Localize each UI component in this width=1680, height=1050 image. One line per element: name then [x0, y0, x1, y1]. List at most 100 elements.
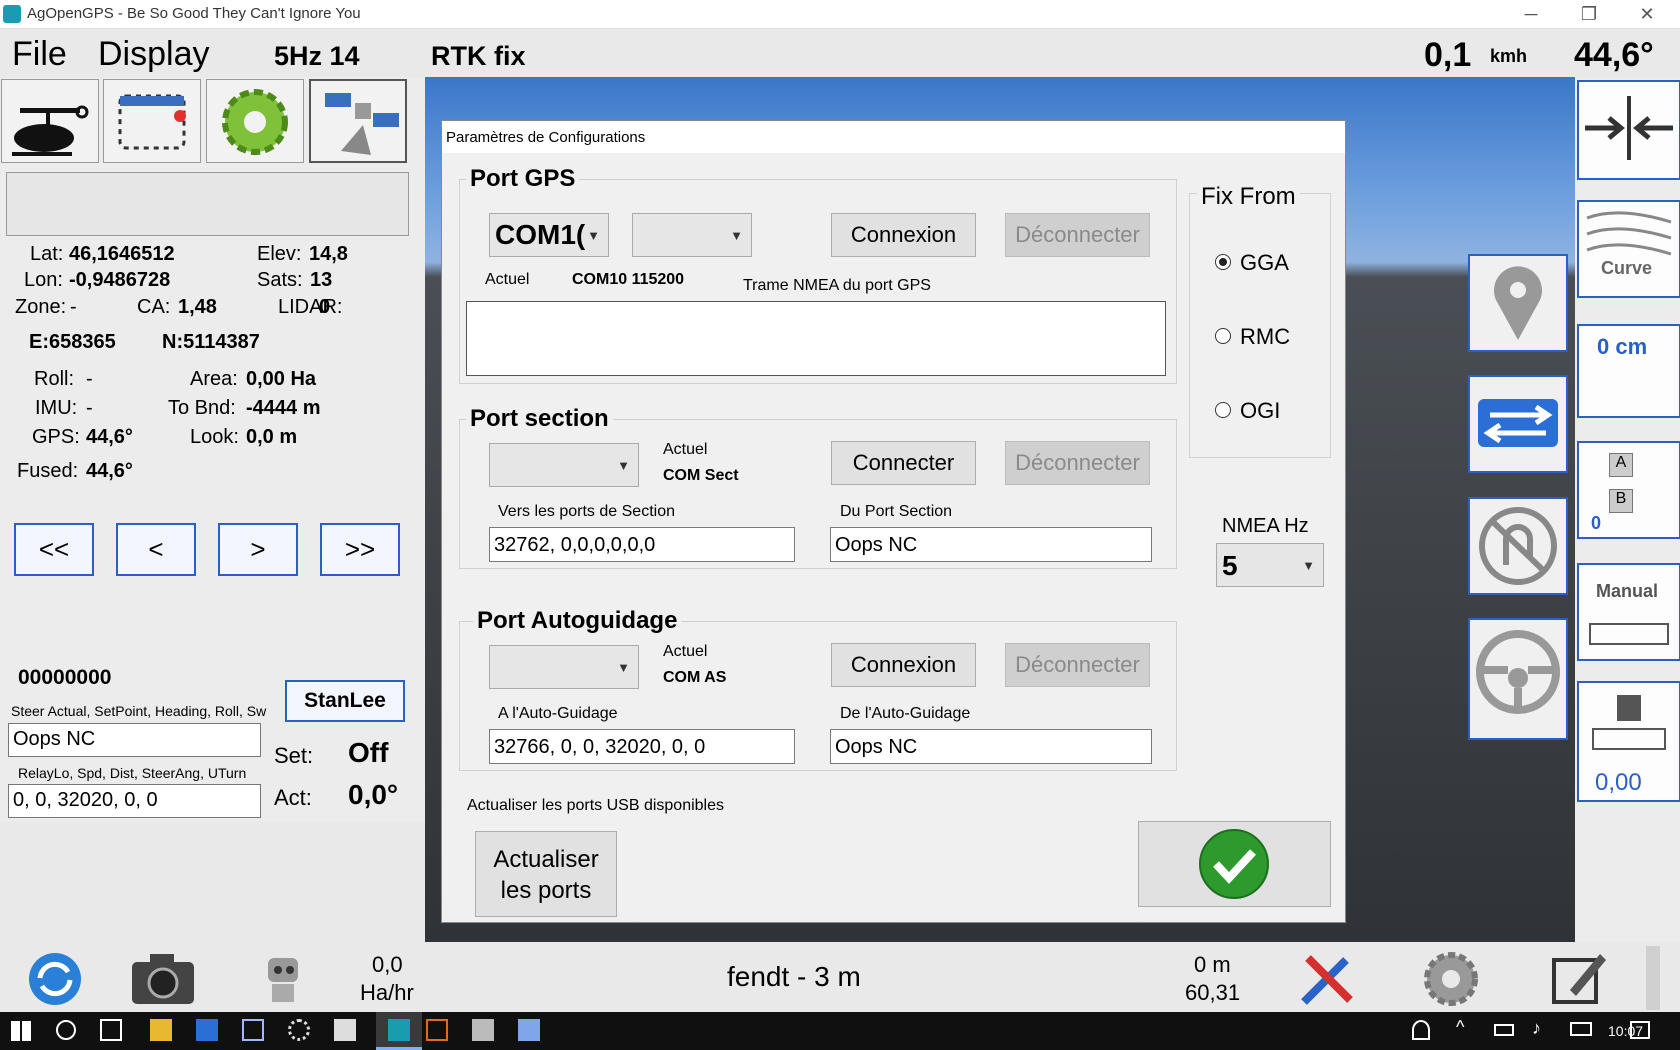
volume-icon[interactable]: ♪ — [1532, 1018, 1541, 1039]
minimize-button[interactable]: ─ — [1508, 2, 1554, 26]
stanlee-button[interactable]: StanLee — [285, 680, 405, 722]
refresh-ports-button[interactable]: Actualiser les ports — [475, 831, 617, 917]
file-explorer-icon[interactable] — [150, 1019, 172, 1041]
cube-app-icon[interactable] — [242, 1019, 264, 1041]
ab-count: 0 — [1591, 513, 1602, 533]
autosteer-port-select[interactable]: ▼ — [489, 645, 639, 689]
sats-value: 13 — [310, 269, 333, 291]
a-point-icon: A — [1609, 453, 1633, 477]
gps-port-select[interactable]: COM1( ▼ — [489, 213, 609, 257]
people-icon[interactable] — [1412, 1020, 1430, 1040]
lidar-value: 0 — [319, 296, 331, 318]
autosteer-button[interactable] — [1468, 618, 1568, 740]
menu-file[interactable]: File — [12, 35, 67, 74]
gps-rate: 5Hz 14 — [274, 41, 360, 71]
set-value: Off — [348, 737, 389, 768]
bottom-scrollbar[interactable] — [1646, 946, 1660, 1010]
helicopter-view-button[interactable] — [1, 79, 99, 163]
tram-value: 0,00 — [1595, 769, 1642, 796]
satellite-button[interactable] — [309, 79, 407, 163]
nmea-label: Trame NMEA du port GPS — [743, 277, 931, 294]
start-icon[interactable] — [11, 1021, 31, 1041]
app-icon-blue[interactable] — [518, 1019, 540, 1041]
ab-line-button[interactable]: A B 0 — [1577, 441, 1680, 539]
settings-button[interactable] — [206, 79, 304, 163]
sats-label: Sats: — [257, 269, 303, 291]
uturn-button[interactable] — [1468, 497, 1568, 595]
gps-baud-select[interactable]: ▼ — [632, 213, 752, 257]
steer-data-field[interactable]: Oops NC — [8, 723, 261, 757]
nav-last-button[interactable]: >> — [320, 523, 400, 576]
tools-icon[interactable] — [1296, 948, 1358, 1010]
ok-button[interactable] — [1138, 821, 1331, 907]
robot-icon[interactable] — [256, 950, 310, 1008]
section-from-field[interactable]: Oops NC — [830, 527, 1152, 562]
gps-connect-button[interactable]: Connexion — [831, 213, 976, 257]
set-label: Set: — [274, 743, 314, 768]
boundary-button[interactable] — [103, 79, 201, 163]
nmea-hz-select[interactable]: 5 ▼ — [1216, 543, 1324, 587]
camera-icon[interactable] — [128, 948, 198, 1008]
refresh-icon[interactable] — [26, 950, 84, 1008]
tram-button[interactable]: 0,00 — [1577, 681, 1680, 802]
app-icon-gray[interactable] — [472, 1019, 494, 1041]
notifications-icon[interactable] — [1630, 1021, 1650, 1039]
snap-to-line-button[interactable] — [1577, 80, 1680, 180]
maximize-button[interactable]: ❐ — [1566, 2, 1612, 26]
relay-data-field[interactable]: 0, 0, 32020, 0, 0 — [8, 784, 261, 818]
powershell-icon[interactable] — [196, 1019, 218, 1041]
edit-icon[interactable] — [1548, 946, 1608, 1008]
look-value: 0,0 m — [246, 426, 298, 448]
section-disconnect-button[interactable]: Déconnecter — [1005, 441, 1150, 485]
app-icon-orange[interactable] — [426, 1019, 448, 1041]
autosteer-to-label: A l'Auto-Guidage — [498, 705, 618, 722]
nav-prev-button[interactable]: < — [116, 523, 196, 576]
app-icon — [3, 5, 21, 23]
close-button[interactable]: ✕ — [1624, 2, 1670, 26]
speed-unit: kmh — [1490, 46, 1528, 66]
section-actual-label: Actuel — [663, 441, 708, 458]
autosteer-disconnect-button[interactable]: Déconnecter — [1005, 643, 1150, 687]
area-value: 0,00 Ha — [246, 368, 317, 390]
fused-value: 44,6° — [86, 460, 133, 482]
relay-header-label: RelayLo, Spd, Dist, SteerAng, UTurn — [18, 765, 247, 781]
tray-expand-icon[interactable]: ^ — [1456, 1017, 1464, 1038]
curve-lines-icon — [1586, 211, 1672, 256]
curve-label: Curve — [1601, 258, 1653, 278]
act-value: 0,0° — [348, 779, 399, 810]
section-port-select[interactable]: ▼ — [489, 443, 639, 487]
battery-icon[interactable] — [1494, 1024, 1514, 1036]
window-title: AgOpenGPS - Be So Good They Can't Ignore… — [27, 5, 361, 22]
section-connect-button[interactable]: Connecter — [831, 441, 976, 485]
map-pin-icon — [1494, 266, 1542, 340]
settings-app-icon[interactable] — [288, 1019, 310, 1041]
mail-icon[interactable] — [334, 1019, 356, 1041]
lon-label: Lon: — [24, 269, 63, 291]
menu-display[interactable]: Display — [98, 35, 209, 74]
cortana-icon[interactable] — [56, 1020, 76, 1040]
swap-direction-button[interactable] — [1468, 375, 1568, 473]
manual-section-button[interactable]: Manual — [1577, 563, 1680, 661]
settings-gear-icon[interactable] — [1420, 948, 1482, 1010]
autosteer-to-field[interactable]: 32766, 0, 0, 32020, 0, 0 — [489, 729, 795, 764]
radio-rmc[interactable] — [1215, 328, 1231, 344]
radio-ogi[interactable] — [1215, 402, 1231, 418]
nmea-textbox[interactable] — [466, 301, 1166, 376]
flag-button[interactable] — [1468, 254, 1568, 352]
section-to-label: Vers les ports de Section — [498, 503, 675, 520]
task-view-icon[interactable] — [100, 1019, 122, 1041]
keyboard-icon[interactable] — [1570, 1022, 1592, 1036]
nav-first-button[interactable]: << — [14, 523, 94, 576]
curve-button[interactable]: Curve — [1577, 200, 1680, 298]
chevron-down-icon: ▼ — [617, 660, 630, 675]
steering-wheel-icon — [1476, 630, 1560, 714]
look-label: Look: — [190, 426, 239, 448]
section-to-field[interactable]: 32762, 0,0,0,0,0,0 — [489, 527, 795, 562]
nav-next-button[interactable]: > — [218, 523, 298, 576]
autosteer-connect-button[interactable]: Connexion — [831, 643, 976, 687]
gps-disconnect-button[interactable]: Déconnecter — [1005, 213, 1150, 257]
checkmark-icon — [1199, 829, 1269, 899]
radio-gga[interactable] — [1215, 254, 1231, 270]
autosteer-from-field[interactable]: Oops NC — [830, 729, 1152, 764]
ca-label: CA: — [137, 296, 171, 318]
